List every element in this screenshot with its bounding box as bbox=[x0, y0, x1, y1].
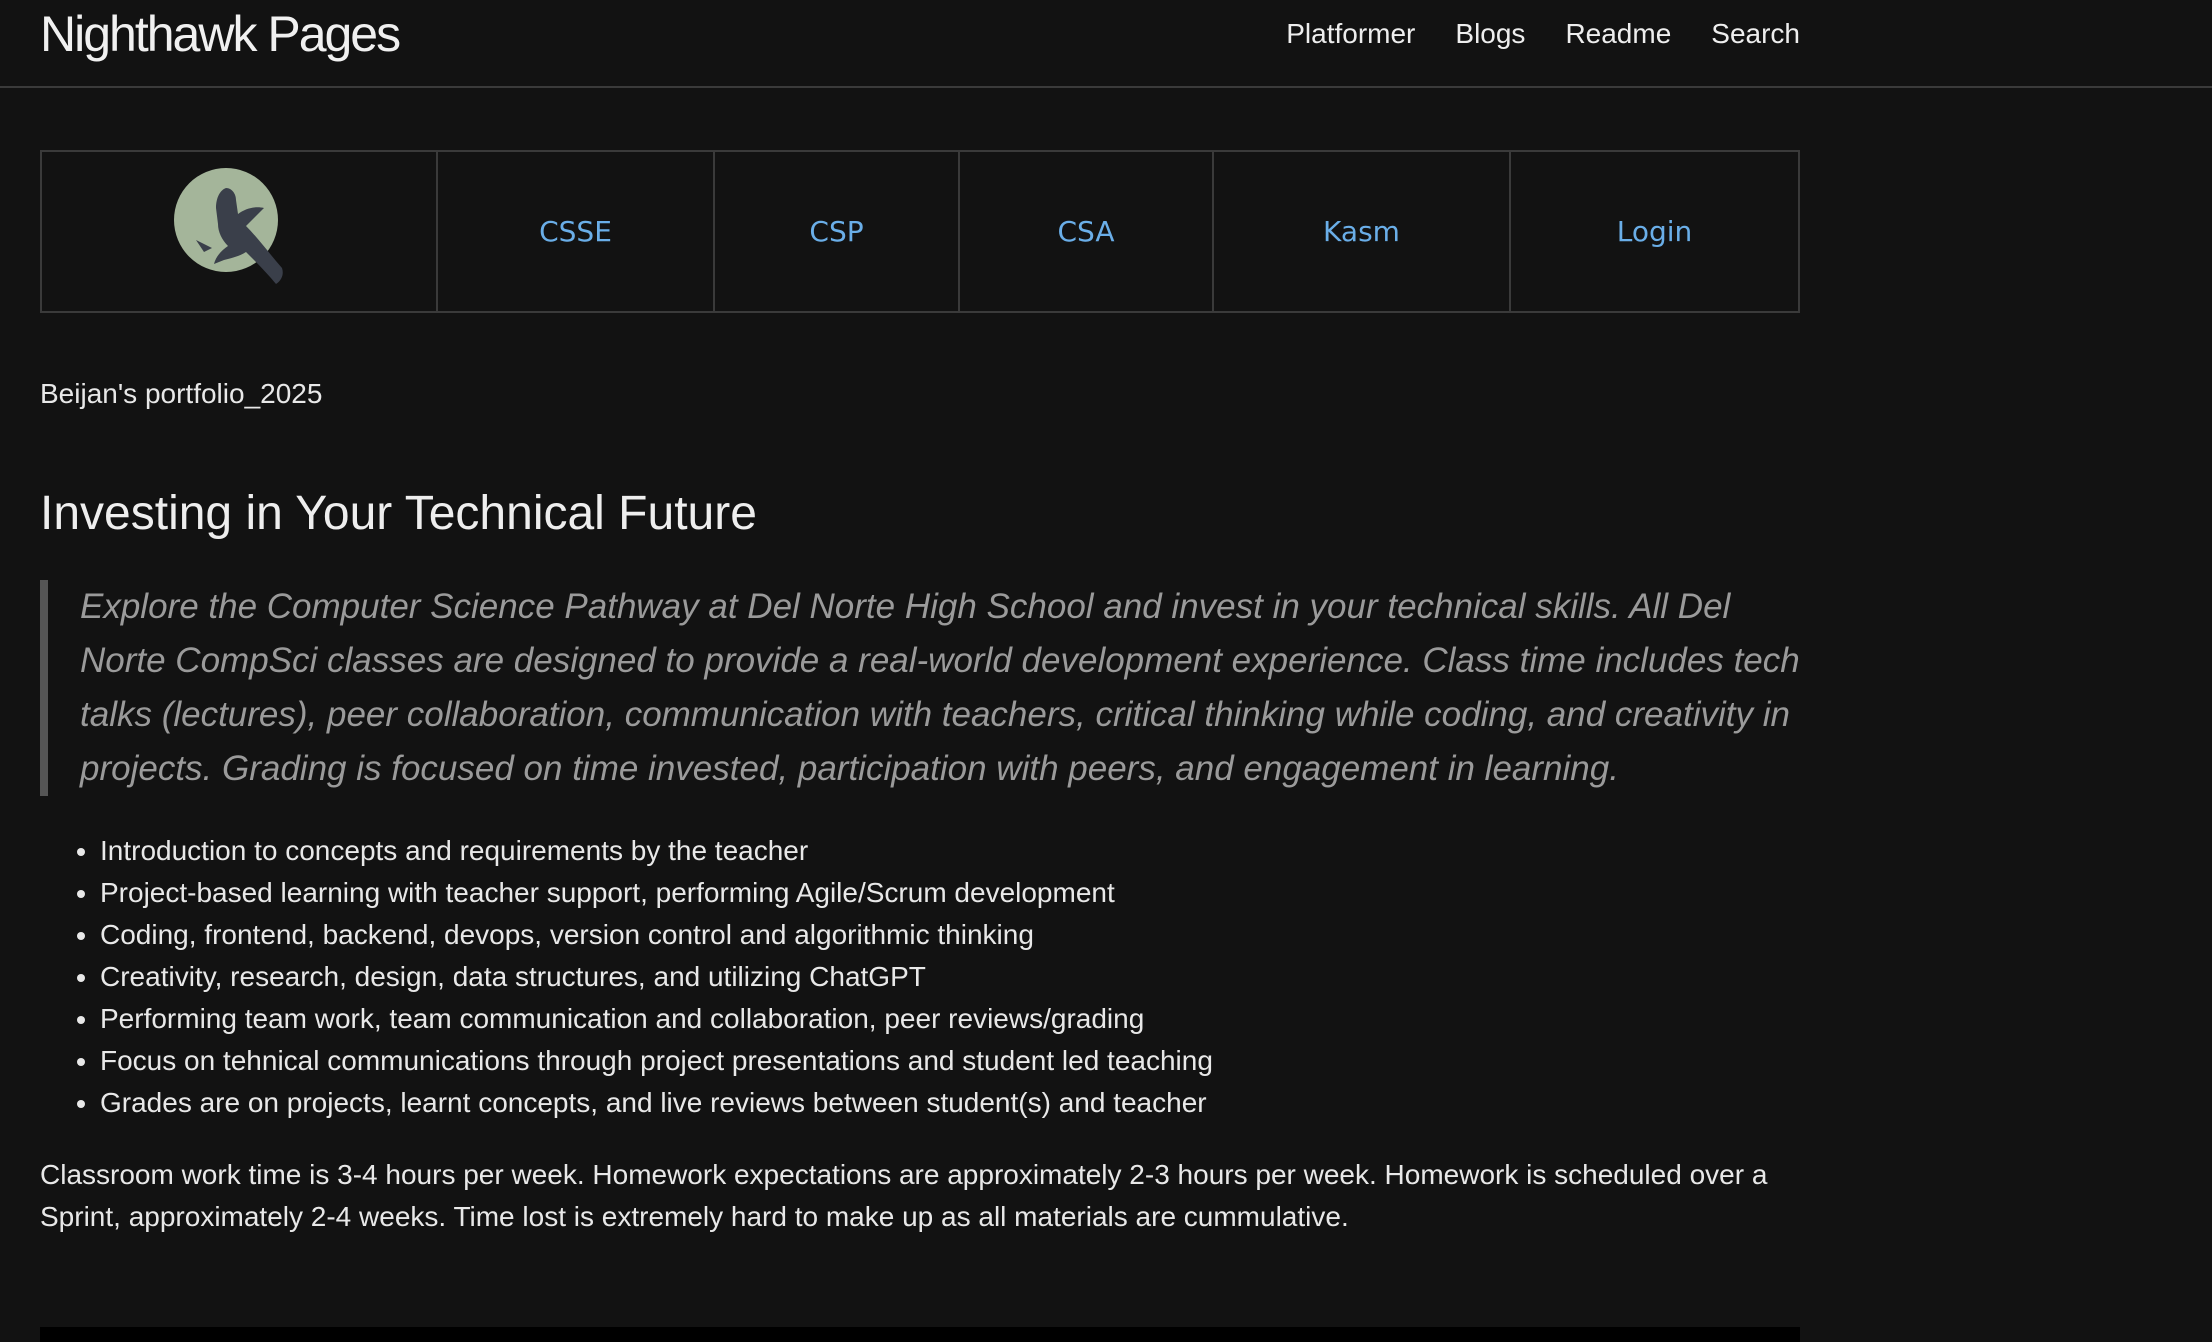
list-item: Focus on tehnical communications through… bbox=[100, 1040, 1800, 1082]
logo-cell bbox=[40, 150, 438, 313]
course-link-kasm[interactable]: Kasm bbox=[1323, 215, 1400, 248]
intro-quote: Explore the Computer Science Pathway at … bbox=[40, 580, 1800, 796]
course-nav-table: CSSE CSP CSA Kasm Login bbox=[40, 150, 1800, 313]
course-cell-csa: CSA bbox=[958, 150, 1214, 313]
list-item: Project-based learning with teacher supp… bbox=[100, 872, 1800, 914]
classroom-note: Classroom work time is 3-4 hours per wee… bbox=[40, 1159, 1768, 1232]
nav-link-blogs[interactable]: Blogs bbox=[1455, 14, 1525, 54]
course-link-csa[interactable]: CSA bbox=[1058, 215, 1115, 248]
course-cell-login: Login bbox=[1509, 150, 1800, 313]
logo-link[interactable] bbox=[174, 168, 304, 298]
intro-quote-text: Explore the Computer Science Pathway at … bbox=[80, 587, 1800, 788]
site-header: Nighthawk Pages Platformer Blogs Readme … bbox=[0, 0, 2212, 88]
list-item: Performing team work, team communication… bbox=[100, 998, 1800, 1040]
course-link-csp[interactable]: CSP bbox=[809, 215, 863, 248]
nav-link-search[interactable]: Search bbox=[1711, 14, 1800, 54]
list-item: Creativity, research, design, data struc… bbox=[100, 956, 1800, 998]
feature-list: Introduction to concepts and requirement… bbox=[40, 830, 1800, 1124]
course-cell-csp: CSP bbox=[713, 150, 960, 313]
list-item: Grades are on projects, learnt concepts,… bbox=[100, 1082, 1800, 1124]
course-cell-kasm: Kasm bbox=[1212, 150, 1511, 313]
portfolio-line: Beijan's portfolio_2025 bbox=[40, 378, 323, 409]
course-link-login[interactable]: Login bbox=[1617, 215, 1693, 248]
main-content: Beijan's portfolio_2025 Investing in You… bbox=[40, 372, 1800, 1238]
nav-link-platformer[interactable]: Platformer bbox=[1286, 14, 1415, 54]
nav-link-readme[interactable]: Readme bbox=[1565, 14, 1671, 54]
course-link-csse[interactable]: CSSE bbox=[539, 215, 612, 248]
top-nav: Platformer Blogs Readme Search bbox=[1246, 14, 1800, 54]
course-cell-csse: CSSE bbox=[436, 150, 715, 313]
list-item: Coding, frontend, backend, devops, versi… bbox=[100, 914, 1800, 956]
content-block-edge bbox=[40, 1327, 1800, 1342]
site-title-link[interactable]: Nighthawk Pages bbox=[40, 4, 401, 64]
page-heading: Investing in Your Technical Future bbox=[40, 487, 757, 540]
nighthawk-bird-icon bbox=[174, 168, 283, 284]
list-item: Introduction to concepts and requirement… bbox=[100, 830, 1800, 872]
